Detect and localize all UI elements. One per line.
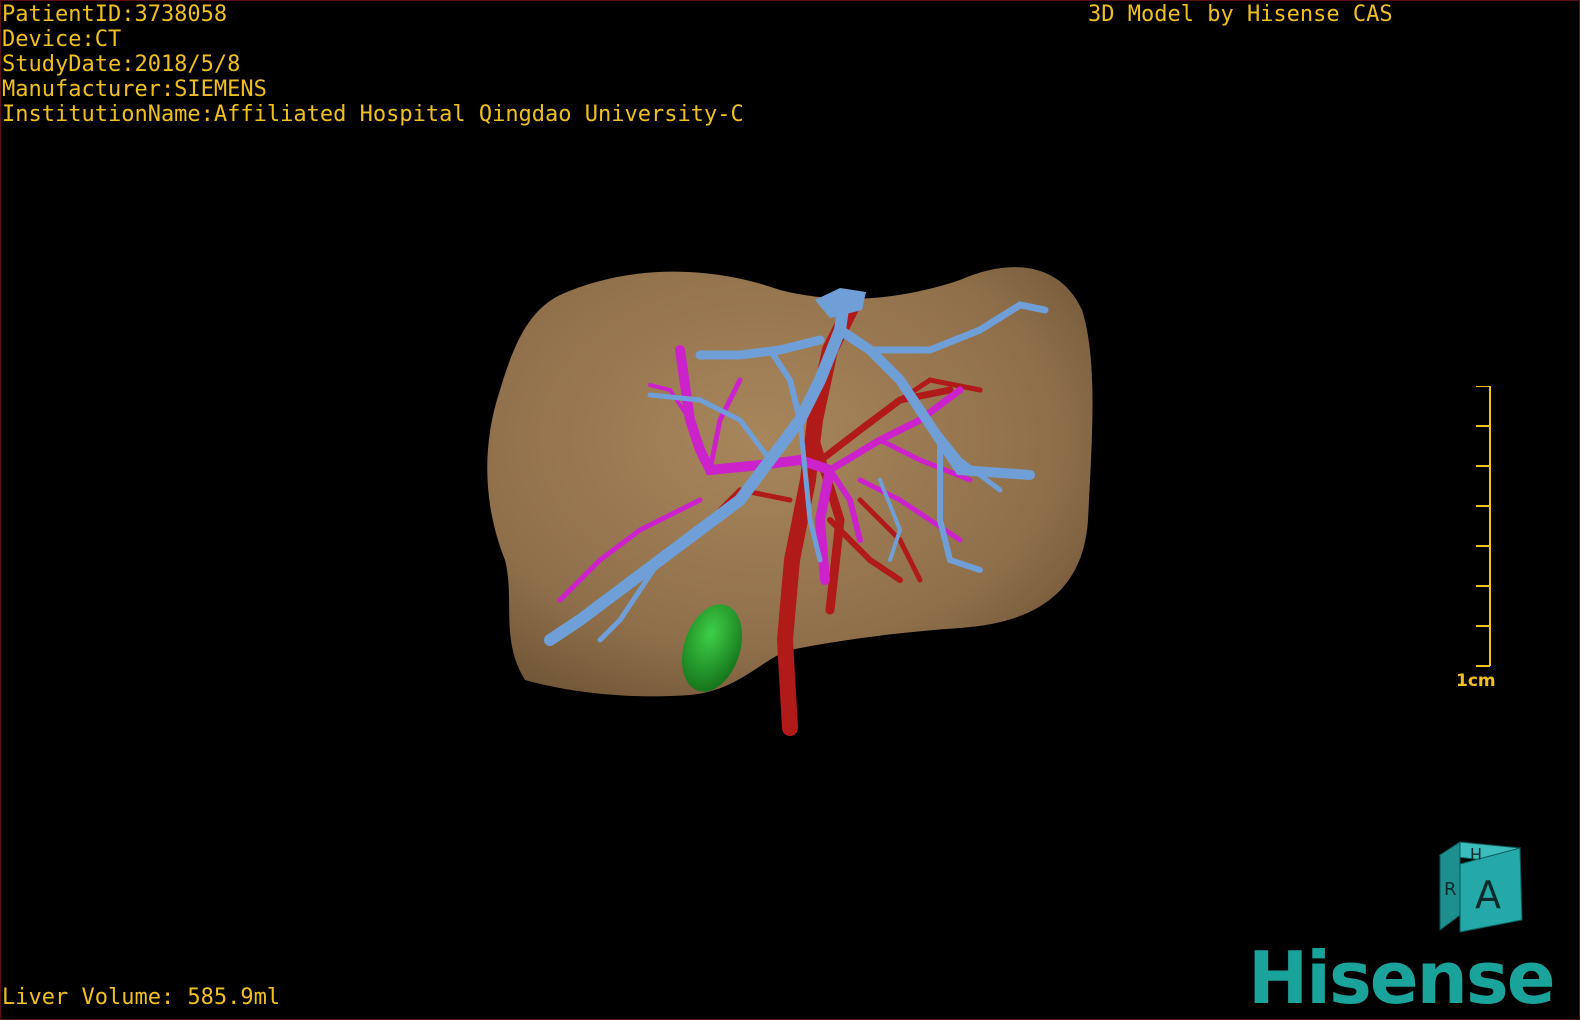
liver-volume-text: Liver Volume: 585.9ml	[2, 985, 281, 1010]
scale-bar	[1476, 386, 1491, 667]
liver-3d-model[interactable]	[0, 0, 1580, 1020]
cube-front-label: A	[1475, 873, 1501, 917]
hisense-logo: Hisense	[1248, 936, 1556, 1020]
scale-bar-label: 1cm	[1456, 671, 1496, 691]
cube-top-label: H	[1470, 844, 1482, 863]
orientation-cube[interactable]: H R A	[1430, 840, 1530, 940]
cube-side-label: R	[1444, 879, 1457, 900]
